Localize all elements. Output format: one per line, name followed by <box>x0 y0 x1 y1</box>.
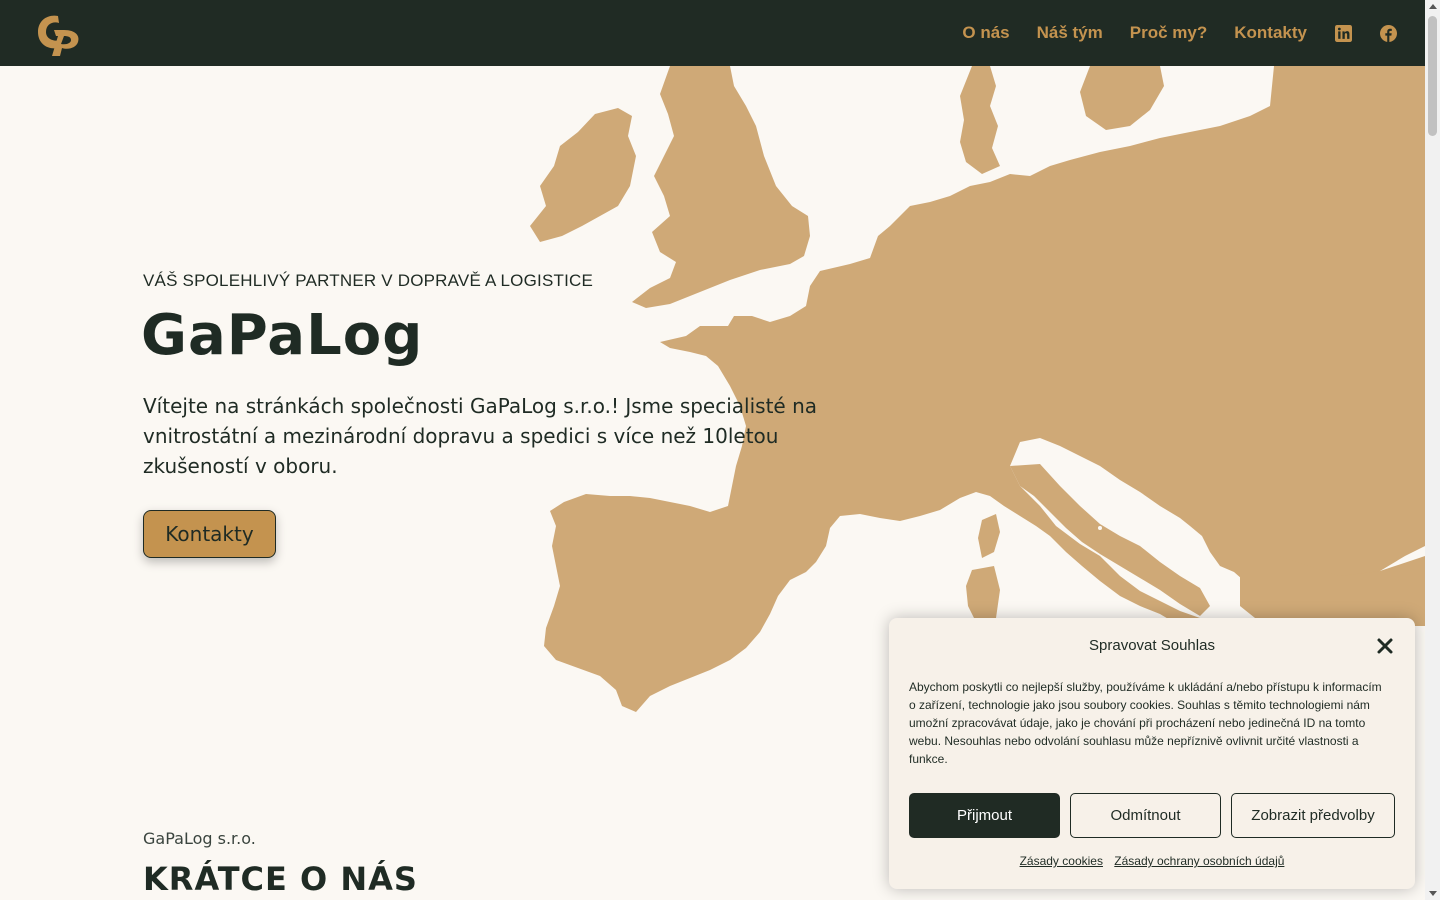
nav-link-o-nas[interactable]: O nás <box>962 23 1009 43</box>
consent-title: Spravovat Souhlas <box>1089 637 1215 654</box>
nav-link-kontakty[interactable]: Kontakty <box>1234 23 1307 43</box>
hero-description: Vítejte na stránkách společnosti GaPaLog… <box>143 394 818 478</box>
cookie-consent-dialog: Spravovat Souhlas Abychom poskytli co ne… <box>889 618 1415 889</box>
consent-links: Zásady cookies Zásady ochrany osobních ú… <box>889 854 1415 868</box>
about-section-title: KRÁTCE O NÁS <box>143 860 418 898</box>
nav-link-proc-my[interactable]: Proč my? <box>1130 23 1207 43</box>
scroll-down-arrow-icon[interactable] <box>1429 891 1437 896</box>
scrollbar-thumb[interactable] <box>1428 16 1437 136</box>
hero-title: GaPaLog <box>141 303 424 368</box>
consent-text: Abychom poskytli co nejlepší služby, pou… <box>909 680 1382 766</box>
nav-menu: O nás Náš tým Proč my? Kontakty <box>935 0 1397 66</box>
facebook-icon[interactable] <box>1380 24 1397 42</box>
cookie-policy-link[interactable]: Zásady cookies <box>1020 854 1103 868</box>
about-company-label: GaPaLog s.r.o. <box>143 829 256 848</box>
close-icon[interactable] <box>1375 636 1395 656</box>
deny-button[interactable]: Odmítnout <box>1070 793 1221 838</box>
accept-button[interactable]: Přijmout <box>909 793 1060 838</box>
privacy-policy-link[interactable]: Zásady ochrany osobních údajů <box>1114 854 1284 868</box>
top-navbar: O nás Náš tým Proč my? Kontakty <box>0 0 1425 66</box>
linkedin-icon[interactable] <box>1335 24 1352 42</box>
preferences-button[interactable]: Zobrazit předvolby <box>1231 793 1395 838</box>
page-scrollbar[interactable] <box>1425 0 1440 900</box>
nav-link-nas-tym[interactable]: Náš tým <box>1037 23 1103 43</box>
contact-button[interactable]: Kontakty <box>143 510 276 558</box>
gp-logo[interactable] <box>34 10 84 56</box>
hero-tagline: VÁŠ SPOLEHLIVÝ PARTNER V DOPRAVĚ A LOGIS… <box>143 271 594 290</box>
scroll-up-arrow-icon[interactable] <box>1429 4 1437 9</box>
